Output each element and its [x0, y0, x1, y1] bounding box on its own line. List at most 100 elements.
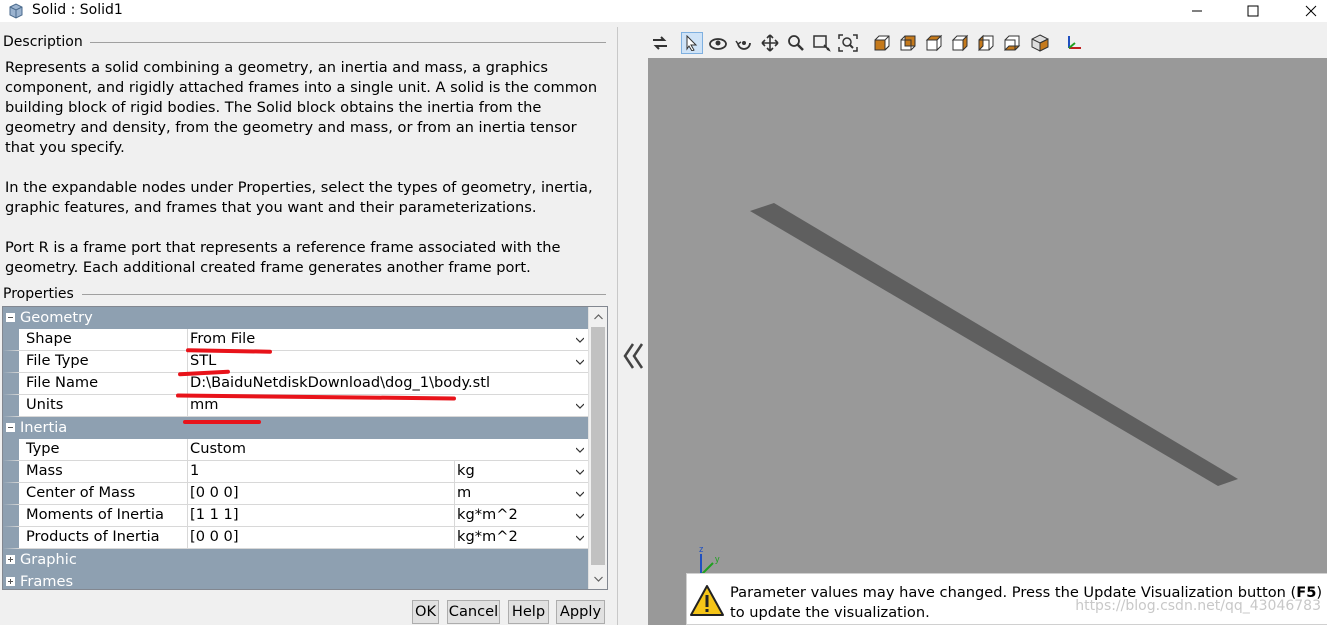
cancel-button[interactable]: Cancel: [447, 600, 500, 624]
mass-unit-dropdown[interactable]: kg: [454, 461, 588, 483]
zoom-tool-button[interactable]: [785, 32, 807, 54]
shape-dropdown[interactable]: From File: [187, 329, 588, 351]
title-bar: Solid : Solid1: [0, 0, 1327, 22]
chevron-up-icon: [594, 313, 603, 319]
select-tool-button[interactable]: [681, 32, 703, 54]
scrollbar-thumb[interactable]: [591, 327, 605, 565]
moments-of-inertia-input[interactable]: [1 1 1]: [187, 505, 454, 527]
dropdown-value: kg*m^2: [457, 506, 518, 523]
axes-icon: [1068, 36, 1081, 49]
collapse-icon[interactable]: [6, 313, 15, 322]
property-label: Shape: [3, 329, 187, 351]
products-of-inertia-input[interactable]: [0 0 0]: [187, 527, 454, 549]
chevron-down-icon: [594, 576, 603, 582]
back-view-button[interactable]: [897, 32, 919, 54]
graphic-category[interactable]: Graphic: [3, 549, 588, 571]
description-divider: [90, 42, 606, 43]
bottom-view-button[interactable]: [1001, 32, 1023, 54]
frames-category[interactable]: Frames: [3, 571, 588, 590]
inertia-type-dropdown[interactable]: Custom: [187, 439, 588, 461]
property-label: File Type: [3, 351, 187, 373]
file-type-dropdown[interactable]: STL: [187, 351, 588, 373]
zoom-icon: [788, 35, 804, 51]
right-view-button[interactable]: [949, 32, 971, 54]
geometry-category[interactable]: Geometry: [3, 307, 588, 329]
expand-icon[interactable]: [6, 577, 15, 586]
inertia-category[interactable]: Inertia: [3, 417, 588, 439]
scroll-down-button[interactable]: [591, 571, 606, 586]
fit-to-view-button[interactable]: [837, 32, 859, 54]
fit-icon: [838, 34, 858, 52]
description-text: Represents a solid combining a geometry,…: [5, 58, 605, 298]
center-of-mass-unit-dropdown[interactable]: m: [454, 483, 588, 505]
property-grid-scrollbar[interactable]: [588, 307, 607, 589]
mass-input[interactable]: 1: [187, 461, 454, 483]
zoom-box-tool-button[interactable]: [811, 32, 833, 54]
3d-viewport[interactable]: z y: [648, 58, 1327, 625]
property-grid: Geometry Shape From File File Type STL F…: [2, 306, 608, 590]
zoom-box-icon: [813, 35, 831, 52]
isometric-view-icon: [1031, 34, 1049, 52]
back-view-icon: [900, 35, 916, 51]
category-label: Geometry: [20, 309, 93, 326]
maximize-icon: [1247, 5, 1259, 17]
update-visualization-button[interactable]: [649, 32, 671, 54]
dropdown-value: Custom: [190, 440, 246, 457]
chevron-down-icon: [576, 337, 584, 343]
front-view-button[interactable]: [871, 32, 893, 54]
pan-tool-button[interactable]: [759, 32, 781, 54]
parameters-panel: Description Represents a solid combining…: [0, 27, 612, 625]
expand-icon[interactable]: [6, 555, 15, 564]
properties-heading: Properties: [3, 286, 76, 302]
ok-button[interactable]: OK: [412, 600, 439, 624]
roll-tool-button[interactable]: [733, 32, 755, 54]
front-view-icon: [874, 35, 890, 51]
left-view-button[interactable]: [923, 32, 945, 54]
window-title: Solid : Solid1: [32, 2, 123, 18]
chevron-down-icon: [576, 403, 584, 409]
description-paragraph: Represents a solid combining a geometry,…: [5, 59, 598, 156]
file-name-input[interactable]: D:\BaiduNetdiskDownload\dog_1\body.stl: [187, 373, 588, 395]
file-type-row: File Type STL: [3, 351, 588, 373]
chevron-down-icon: [576, 447, 584, 453]
collapse-icon[interactable]: [6, 423, 15, 432]
toggle-axes-button[interactable]: [1063, 32, 1085, 54]
chevron-down-icon: [576, 491, 584, 497]
category-label: Frames: [20, 573, 74, 590]
category-label: Inertia: [20, 419, 68, 436]
annotation-underline: [183, 420, 261, 424]
property-label: Moments of Inertia: [3, 505, 187, 527]
apply-button[interactable]: Apply: [556, 600, 605, 624]
property-label: File Name: [3, 373, 187, 395]
left-view-icon: [925, 34, 943, 52]
minimize-button[interactable]: [1174, 0, 1220, 22]
scroll-up-button[interactable]: [591, 309, 606, 324]
chevrons-left-icon[interactable]: [621, 341, 647, 371]
close-icon: [1305, 5, 1317, 17]
products-of-inertia-row: Products of Inertia [0 0 0] kg*m^2: [3, 527, 588, 549]
moments-of-inertia-unit-dropdown[interactable]: kg*m^2: [454, 505, 588, 527]
select-icon: [686, 35, 698, 51]
description-heading: Description: [3, 34, 85, 50]
right-view-icon: [951, 34, 969, 52]
collapse-strip[interactable]: [618, 58, 648, 625]
isometric-view-button[interactable]: [1029, 32, 1051, 54]
rotate-tool-button[interactable]: [707, 32, 729, 54]
file-name-row: File Name D:\BaiduNetdiskDownload\dog_1\…: [3, 373, 588, 395]
products-of-inertia-unit-dropdown[interactable]: kg*m^2: [454, 527, 588, 549]
help-button[interactable]: Help: [508, 600, 549, 624]
bottom-view-icon: [1003, 35, 1021, 51]
property-label: Products of Inertia: [3, 527, 187, 549]
center-of-mass-input[interactable]: [0 0 0]: [187, 483, 454, 505]
close-button[interactable]: [1288, 0, 1327, 22]
inertia-type-row: Type Custom: [3, 439, 588, 461]
minimize-icon: [1192, 10, 1202, 12]
body-geometry: [750, 203, 1238, 486]
maximize-button[interactable]: [1230, 0, 1276, 22]
property-label: Mass: [3, 461, 187, 483]
top-view-button[interactable]: [975, 32, 997, 54]
chevron-down-icon: [576, 535, 584, 541]
roll-icon: [735, 40, 751, 50]
category-label: Graphic: [20, 551, 77, 568]
property-label: Center of Mass: [3, 483, 187, 505]
